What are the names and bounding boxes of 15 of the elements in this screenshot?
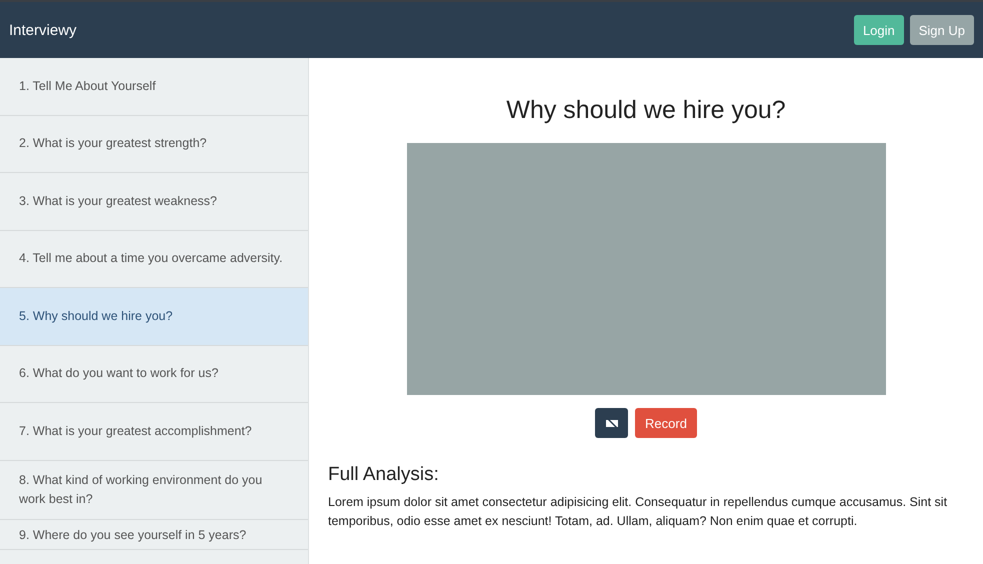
record-button[interactable]: Record (635, 408, 697, 438)
analysis-heading: Full Analysis: (328, 464, 440, 486)
question-item[interactable]: 1. Tell Me About Yourself (0, 58, 308, 116)
brand-name: Interviewy (9, 22, 77, 38)
question-item[interactable]: 8. What kind of working environment do you work best in? (0, 460, 308, 520)
analysis-text: Lorem ipsum dolor sit amet consectetur adipisicing elit. Consequatur in repellendus cumque accusamus. Sint sit temporibus, odio esse amet ex nesciunt! Totam, ad. Ullam, aliquam? Non enim quae et corrupti. (328, 494, 948, 530)
question-item[interactable]: 3. What is your greatest weakness? (0, 173, 308, 230)
question-item[interactable]: 7. What is your greatest accomplishment? (0, 403, 308, 460)
camera-toggle-button[interactable] (595, 408, 628, 438)
question-item[interactable]: 2. What is your greatest strength? (0, 116, 308, 173)
question-title: Why should we hire you? (506, 96, 786, 125)
question-item[interactable]: 6. What do you want to work for us? (0, 346, 308, 403)
question-item[interactable]: 5. Why should we hire you? (0, 288, 308, 346)
camera-off-icon (604, 417, 619, 429)
question-item[interactable]: 9. Where do you see yourself in 5 years? (0, 520, 308, 550)
